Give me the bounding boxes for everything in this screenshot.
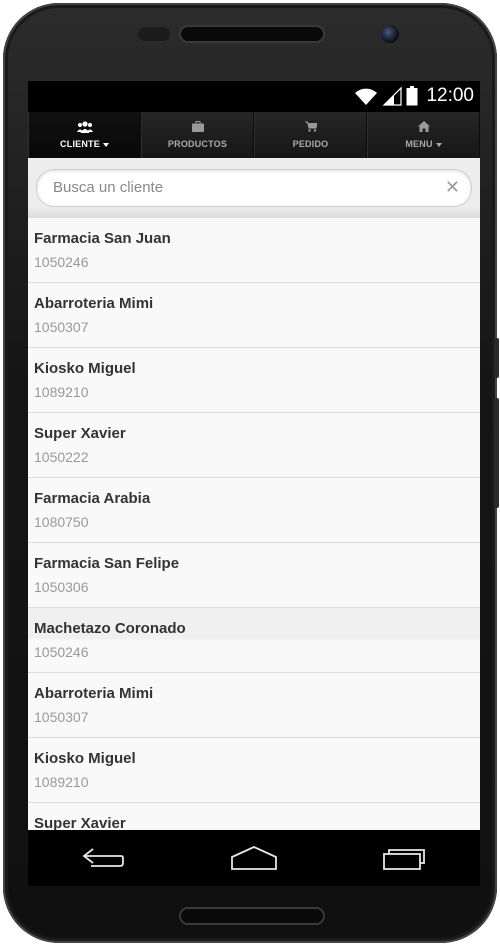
client-code: 1050246	[34, 254, 89, 270]
client-list: Farmacia San Juan 1050246 Abarroteria Mi…	[28, 218, 480, 830]
volume-button	[494, 338, 499, 378]
client-name: Farmacia Arabia	[34, 490, 151, 507]
list-item[interactable]: Machetazo Coronado 1050246	[28, 608, 480, 673]
earpiece-speaker	[181, 27, 323, 41]
client-name: Kiosko Miguel	[34, 750, 136, 767]
proximity-sensor	[138, 27, 170, 41]
clear-icon[interactable]: ✕	[445, 177, 460, 197]
chevron-down-icon	[102, 142, 109, 147]
list-item[interactable]: Abarroteria Mimi 1050307	[28, 283, 480, 348]
cart-icon	[304, 121, 318, 135]
client-name: Machetazo Coronado	[34, 620, 186, 637]
client-code: 1050307	[34, 709, 89, 725]
client-code: 1050307	[34, 319, 89, 335]
tab-menu[interactable]: MENU	[367, 112, 480, 158]
client-code: 1050306	[34, 579, 89, 595]
system-nav-bar	[28, 830, 480, 886]
client-name: Abarroteria Mimi	[34, 685, 154, 702]
tab-cliente-label: CLIENTE	[60, 139, 100, 149]
briefcase-icon	[191, 121, 204, 135]
front-camera	[381, 25, 399, 43]
list-item[interactable]: Kiosko Miguel 1089210	[28, 738, 480, 803]
tab-menu-label: MENU	[405, 139, 433, 149]
screen: 12:00 CLIENTE PRODUCTOS PEDIDO MENU Busc…	[28, 81, 480, 886]
tab-cliente[interactable]: CLIENTE	[28, 112, 141, 158]
list-item[interactable]: Abarroteria Mimi 1050307	[28, 673, 480, 738]
tab-pedido-label: PEDIDO	[292, 139, 329, 149]
home-outline-icon	[231, 846, 277, 870]
list-item[interactable]: Super Xavier	[28, 803, 480, 830]
signal-icon	[383, 86, 403, 106]
client-name: Farmacia San Felipe	[34, 555, 180, 572]
recents-icon	[382, 849, 425, 870]
client-name: Super Xavier	[34, 425, 126, 442]
back-icon	[82, 848, 125, 867]
client-code: 1080750	[34, 514, 89, 530]
client-name: Kiosko Miguel	[34, 360, 136, 377]
battery-icon	[406, 86, 418, 106]
client-name: Super Xavier	[34, 815, 126, 830]
users-icon	[76, 121, 93, 135]
status-bar: 12:00	[28, 81, 480, 112]
client-code: 1050246	[34, 644, 89, 660]
home-icon	[417, 121, 430, 135]
client-code: 1050222	[34, 449, 89, 465]
recents-button[interactable]	[375, 838, 435, 878]
list-item[interactable]: Farmacia Arabia 1080750	[28, 478, 480, 543]
list-item[interactable]: Super Xavier 1050222	[28, 413, 480, 478]
tab-productos[interactable]: PRODUCTOS	[141, 112, 254, 158]
back-button[interactable]	[73, 838, 133, 878]
tab-bar: CLIENTE PRODUCTOS PEDIDO MENU	[28, 112, 480, 158]
client-name: Abarroteria Mimi	[34, 295, 154, 312]
bottom-speaker	[181, 909, 323, 923]
list-item[interactable]: Farmacia San Juan 1050246	[28, 218, 480, 283]
chevron-down-icon	[435, 142, 442, 147]
client-name: Farmacia San Juan	[34, 230, 171, 247]
client-code: 1089210	[34, 774, 89, 790]
power-button	[494, 398, 499, 508]
tab-pedido[interactable]: PEDIDO	[254, 112, 367, 158]
wifi-icon	[355, 88, 378, 105]
clock: 12:00	[426, 85, 474, 106]
tab-productos-label: PRODUCTOS	[167, 139, 228, 149]
client-code: 1089210	[34, 384, 89, 400]
search-box: ✕	[36, 169, 472, 207]
home-button[interactable]	[224, 838, 284, 878]
search-input[interactable]	[51, 178, 435, 197]
list-item[interactable]: Farmacia San Felipe 1050306	[28, 543, 480, 608]
list-item[interactable]: Kiosko Miguel 1089210	[28, 348, 480, 413]
search-bar: ✕	[28, 158, 480, 218]
phone-frame: 12:00 CLIENTE PRODUCTOS PEDIDO MENU Busc…	[3, 3, 499, 943]
